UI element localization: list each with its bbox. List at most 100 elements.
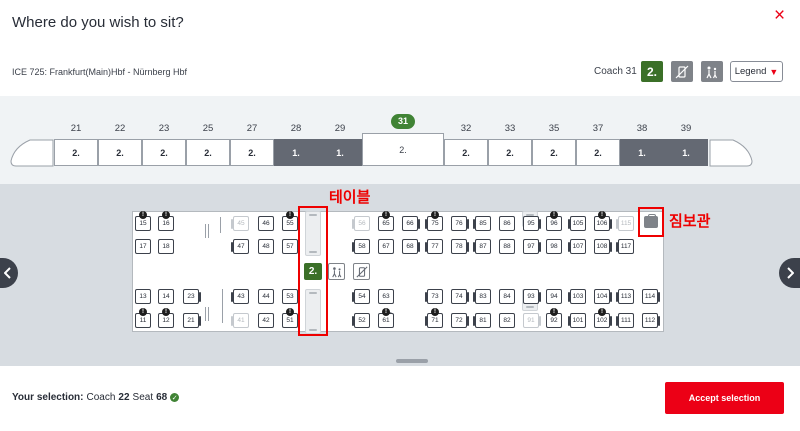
coach-car[interactable]: 2. [362, 133, 444, 166]
seat[interactable]: 43 [231, 289, 249, 304]
seat[interactable]: 94 [546, 289, 562, 304]
coach-number: 32 [460, 123, 472, 134]
seat[interactable]: 82 [499, 313, 515, 328]
selected-seat: 68 [156, 392, 168, 403]
seat[interactable]: 87 [473, 239, 491, 254]
coach-car[interactable]: 2. [98, 139, 142, 166]
coach-car[interactable]: 1. [274, 139, 318, 166]
seat[interactable]: 103 [568, 289, 586, 304]
seat[interactable]: 77 [425, 239, 443, 254]
seat[interactable]: 47 [231, 239, 249, 254]
seat[interactable]: 48 [258, 239, 274, 254]
seat[interactable]: 21 [183, 313, 201, 328]
seat[interactable]: 57 [282, 239, 300, 254]
seat[interactable]: 95 [523, 216, 541, 231]
table-annotation: 테이블 [329, 189, 371, 206]
seat[interactable]: 85 [473, 216, 491, 231]
coach-number: 25 [202, 123, 214, 134]
selection-label: Your selection: [12, 392, 84, 403]
train-route: ICE 725: Frankfurt(Main)Hbf - Nürnberg H… [12, 67, 188, 77]
selection-summary: Your selection: Coach 22 Seat 68 ✓ [12, 392, 180, 403]
coach-car[interactable]: 2. [54, 139, 98, 166]
coach-car[interactable]: 2. [488, 139, 532, 166]
coach-car[interactable]: 2. [576, 139, 620, 166]
seat[interactable]: 114 [642, 289, 660, 304]
seat[interactable]: 17 [135, 239, 151, 254]
seat[interactable]: 107 [568, 239, 586, 254]
seat: 91 [523, 313, 541, 328]
coach-number: 33 [504, 123, 516, 134]
reserved-icon: ! [598, 211, 606, 219]
seat[interactable]: 84 [499, 289, 515, 304]
seat[interactable]: 68 [402, 239, 420, 254]
chevron-left-icon [4, 267, 11, 279]
seat[interactable]: 117 [616, 239, 634, 254]
coach-car[interactable]: 2. [230, 139, 274, 166]
seat[interactable]: 88 [499, 239, 515, 254]
seat[interactable]: 52 [352, 313, 370, 328]
coach-car[interactable]: 2. [186, 139, 230, 166]
coach-car[interactable]: 2. [532, 139, 576, 166]
table-highlight [298, 206, 328, 336]
reserved-icon: ! [162, 211, 170, 219]
check-icon: ✓ [170, 393, 180, 402]
seat[interactable]: 23 [183, 289, 201, 304]
coach-car[interactable]: 2. [444, 139, 488, 166]
seat[interactable]: 113 [616, 289, 634, 304]
coach-number: 31 [391, 114, 415, 129]
seat[interactable]: 58 [352, 239, 370, 254]
seat[interactable]: 18 [158, 239, 174, 254]
partition-wall [208, 307, 209, 321]
seat[interactable]: 98 [546, 239, 562, 254]
coach-number: 39 [680, 123, 692, 134]
seat[interactable]: 81 [473, 313, 491, 328]
train-nose-right [709, 139, 753, 167]
legend-dropdown[interactable]: Legend ▼ [730, 61, 783, 82]
seat[interactable]: 83 [473, 289, 491, 304]
seat: 56 [352, 216, 370, 231]
reserved-icon: ! [598, 308, 606, 316]
chevron-down-icon: ▼ [769, 66, 779, 77]
coach-car[interactable]: 1. [318, 139, 362, 166]
seat[interactable]: 53 [282, 289, 300, 304]
seat[interactable]: 78 [451, 239, 469, 254]
coach-number: 38 [636, 123, 648, 134]
seat[interactable]: 63 [378, 289, 394, 304]
coach-word: Coach [86, 392, 116, 403]
seat[interactable]: 44 [258, 289, 274, 304]
seat[interactable]: 72 [451, 313, 469, 328]
seat[interactable]: 14 [158, 289, 174, 304]
seat[interactable]: 108 [594, 239, 612, 254]
seat[interactable]: 104 [594, 289, 612, 304]
seat[interactable]: 13 [135, 289, 151, 304]
seat[interactable]: 86 [499, 216, 515, 231]
reserved-icon: ! [139, 308, 147, 316]
legend-label: Legend [734, 66, 767, 77]
seat[interactable]: 67 [378, 239, 394, 254]
seat[interactable]: 112 [642, 313, 660, 328]
seat[interactable]: 46 [258, 216, 274, 231]
train-nose-left [10, 139, 54, 167]
seat[interactable]: 42 [258, 313, 274, 328]
seat[interactable]: 66 [402, 216, 420, 231]
partition-wall [208, 224, 209, 238]
dialog-title: Where do you wish to sit? [12, 14, 184, 31]
coach-car[interactable]: 1. [664, 139, 708, 166]
accept-selection-button[interactable]: Accept selection [665, 382, 784, 414]
seat[interactable]: 93 [523, 289, 541, 304]
seat[interactable]: 111 [616, 313, 634, 328]
seat[interactable]: 73 [425, 289, 443, 304]
seat[interactable]: 54 [352, 289, 370, 304]
coach-car[interactable]: 2. [142, 139, 186, 166]
coach-car[interactable]: 1. [620, 139, 664, 166]
seat[interactable]: 74 [451, 289, 469, 304]
seat[interactable]: 76 [451, 216, 469, 231]
horizontal-scrollbar[interactable] [396, 359, 428, 363]
close-icon[interactable]: × [774, 5, 785, 27]
seat[interactable]: 101 [568, 313, 586, 328]
reserved-icon: ! [431, 308, 439, 316]
seat[interactable]: 105 [568, 216, 586, 231]
seat[interactable]: 97 [523, 239, 541, 254]
coach-number: 37 [592, 123, 604, 134]
luggage-highlight [638, 207, 664, 237]
